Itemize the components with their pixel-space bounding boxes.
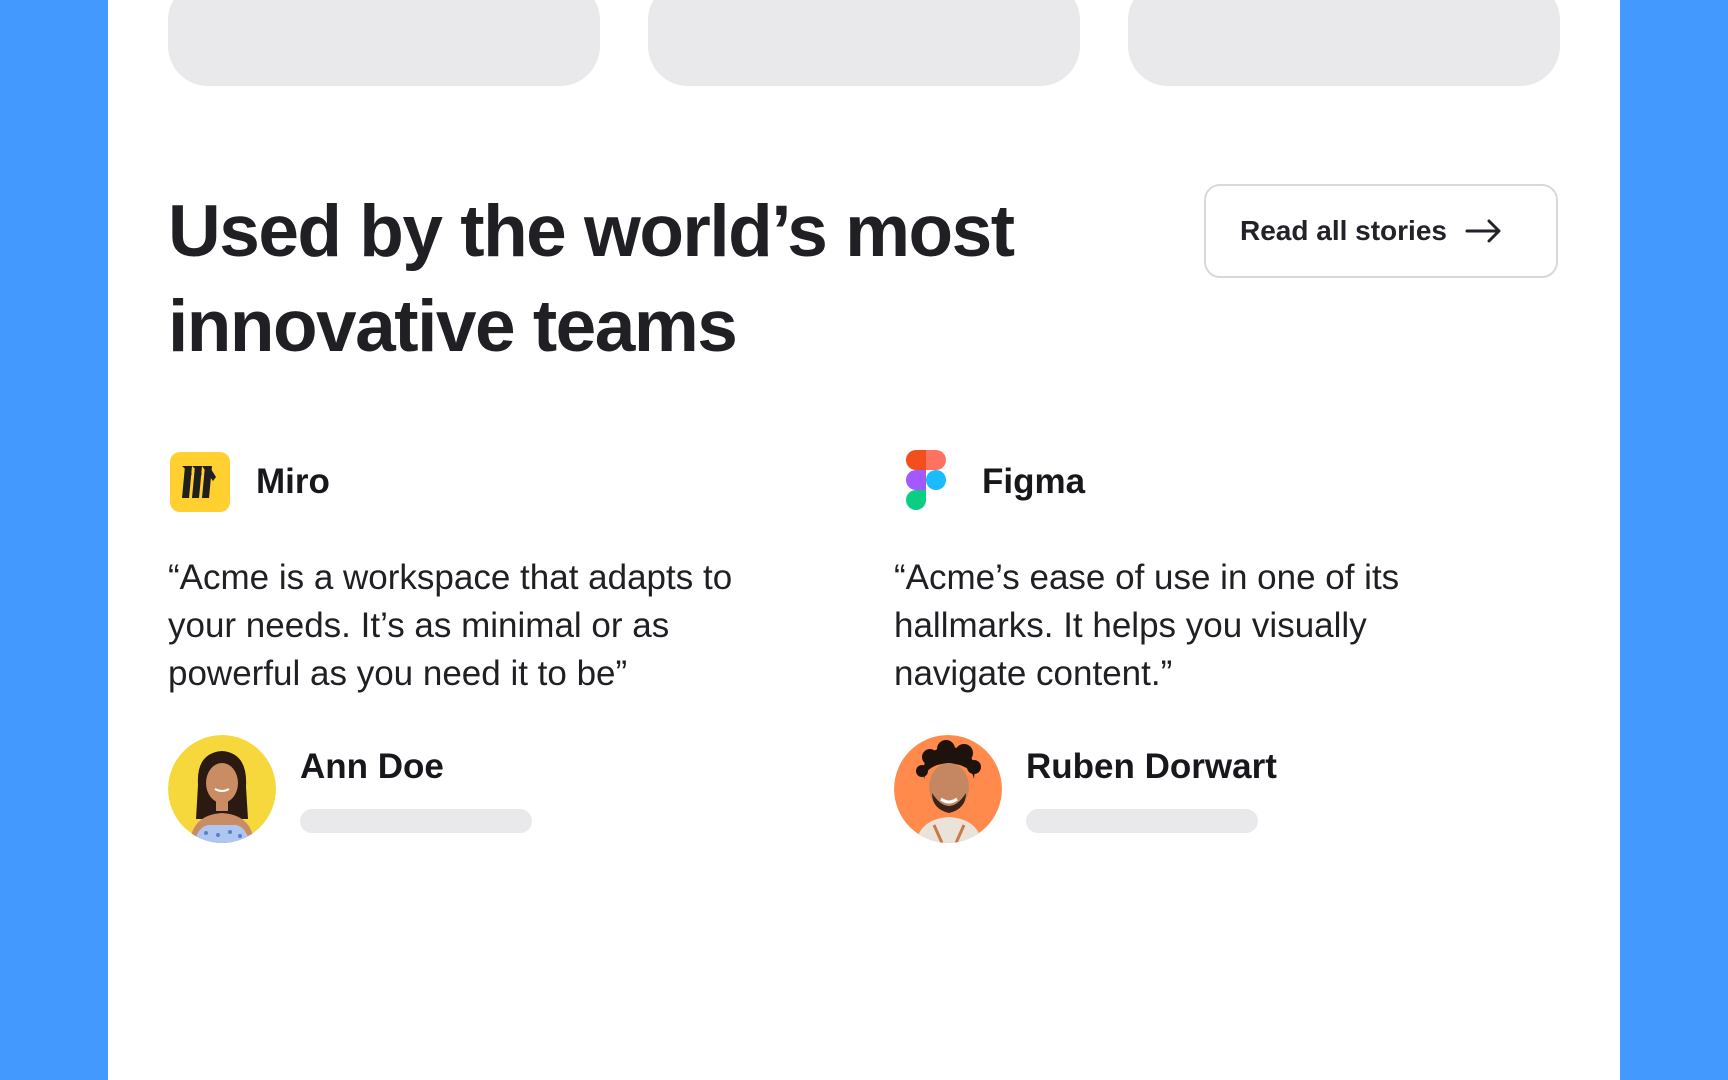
author-meta: Ann Doe [300,735,532,833]
author-role-placeholder [300,809,532,833]
read-all-stories-button[interactable]: Read all stories [1204,184,1558,278]
ruben-dorwart-avatar [894,735,1002,843]
author-meta: Ruben Dorwart [1026,735,1277,833]
headline-line-2: innovative teams [168,286,738,367]
read-all-stories-label: Read all stories [1240,215,1447,246]
testimonial-quote: “Acme’s ease of use in one of its hallma… [894,558,1400,693]
testimonial-card-figma: Figma “Acme’s ease of use in one of its … [894,450,1514,843]
company-name: Figma [982,462,1086,501]
author-row: Ann Doe [168,735,532,843]
company-name: Miro [256,462,330,501]
figma-logo-icon [894,450,958,514]
ann-doe-avatar [168,735,276,843]
placeholder-card [168,0,600,86]
placeholder-card [648,0,1080,86]
author-name: Ruben Dorwart [1026,747,1277,786]
placeholder-card [1128,0,1560,86]
testimonial-card-miro: Miro “Acme is a workspace that adapts to… [168,450,788,843]
section-headline: Used by the world’s most innovative teams [168,184,1128,374]
headline-line-1: Used by the world’s most [168,191,1015,272]
author-role-placeholder [1026,809,1258,833]
testimonial-quote: “Acme is a workspace that adapts to your… [168,558,733,693]
page-container: Used by the world’s most innovative teams… [108,0,1620,1080]
author-row: Ruben Dorwart [894,735,1277,843]
miro-logo-icon [168,450,232,514]
arrow-right-icon [1465,219,1503,243]
company-row: Miro [168,450,788,514]
company-row: Figma [894,450,1514,514]
author-name: Ann Doe [300,747,444,786]
